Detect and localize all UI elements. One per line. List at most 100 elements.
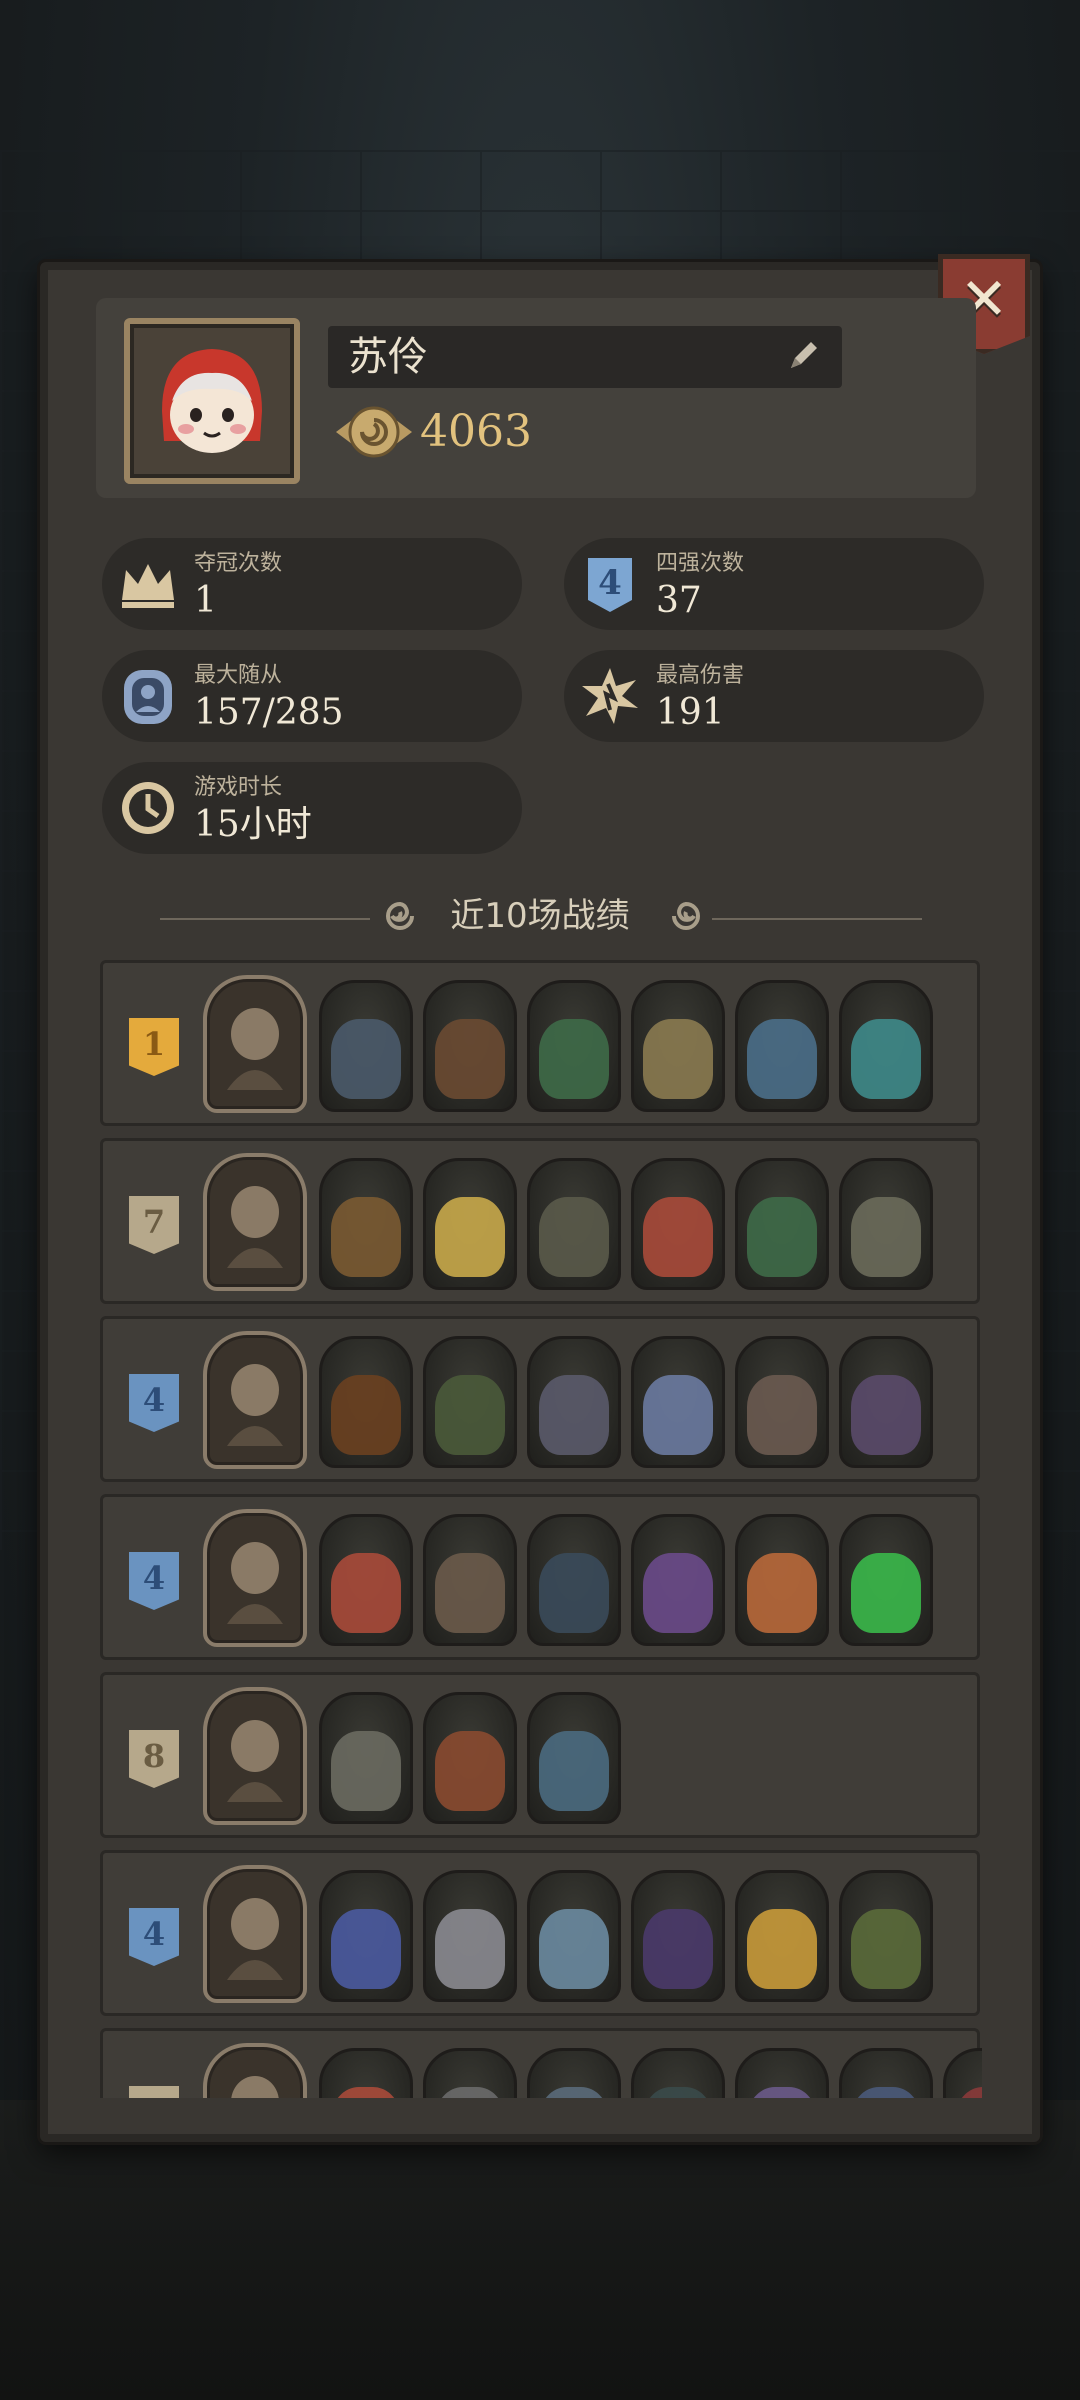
unit-figure-icon xyxy=(539,1375,609,1455)
unit-figure-icon xyxy=(643,1553,713,1633)
clock-icon xyxy=(122,782,174,834)
rank-number: 4 xyxy=(142,1915,166,1953)
unit-figure-icon xyxy=(435,1731,505,1811)
unit-portrait[interactable] xyxy=(319,1870,413,2002)
unit-figure-icon xyxy=(539,1731,609,1811)
damage-burst-icon xyxy=(582,668,638,724)
unit-portrait[interactable] xyxy=(319,2048,413,2098)
unit-portrait[interactable] xyxy=(631,1158,725,1290)
unit-portrait[interactable] xyxy=(319,1336,413,1468)
rank-number: 1 xyxy=(142,1025,166,1063)
section-divider-left xyxy=(160,918,370,920)
stat-label: 最大随从 xyxy=(194,663,283,688)
unit-figure-icon xyxy=(435,1909,505,1989)
unit-figure-icon xyxy=(747,2087,817,2098)
unit-portrait[interactable] xyxy=(735,1336,829,1468)
unit-portrait[interactable] xyxy=(631,2048,725,2098)
unit-portrait[interactable] xyxy=(319,980,413,1112)
rank-number: 4 xyxy=(142,1381,166,1419)
stat-label: 夺冠次数 xyxy=(194,551,283,576)
rank-badge: 7 xyxy=(129,1196,179,1254)
unit-portrait[interactable] xyxy=(839,1158,933,1290)
match-row[interactable]: 8 xyxy=(100,1672,980,1838)
unit-portrait[interactable] xyxy=(527,1870,621,2002)
avatar[interactable] xyxy=(124,318,300,484)
unit-portrait[interactable] xyxy=(423,980,517,1112)
unit-figure-icon xyxy=(643,1019,713,1099)
recent-matches-list[interactable]: 1 7 4 4 8 4 xyxy=(100,960,982,2098)
hero-portrait[interactable] xyxy=(203,1153,307,1291)
unit-figure-icon xyxy=(747,1019,817,1099)
unit-figure-icon xyxy=(747,1375,817,1455)
unit-portrait[interactable] xyxy=(319,1158,413,1290)
section-divider-right xyxy=(712,918,922,920)
coin-count: 4063 xyxy=(420,406,532,457)
unit-figure-icon xyxy=(539,1019,609,1099)
unit-portrait[interactable] xyxy=(527,1692,621,1824)
unit-portrait[interactable] xyxy=(319,1514,413,1646)
hero-portrait-icon xyxy=(227,1720,283,1802)
unit-figure-icon xyxy=(851,1197,921,1277)
hero-portrait[interactable] xyxy=(203,2043,307,2098)
unit-portrait[interactable] xyxy=(527,2048,621,2098)
unit-portrait[interactable] xyxy=(631,1870,725,2002)
unit-portrait[interactable] xyxy=(839,980,933,1112)
rank-badge: 1 xyxy=(129,1018,179,1076)
unit-portrait[interactable] xyxy=(943,2048,982,2098)
unit-figure-icon xyxy=(435,2087,505,2098)
unit-portrait[interactable] xyxy=(735,1158,829,1290)
unit-portrait[interactable] xyxy=(839,1870,933,2002)
unit-figure-icon xyxy=(539,1909,609,1989)
rank-badge xyxy=(129,2086,179,2098)
unit-portrait[interactable] xyxy=(423,1158,517,1290)
minion-card-icon xyxy=(124,670,172,724)
unit-portrait[interactable] xyxy=(839,1336,933,1468)
unit-portrait[interactable] xyxy=(423,1692,517,1824)
unit-portrait[interactable] xyxy=(735,1514,829,1646)
unit-portrait[interactable] xyxy=(319,1692,413,1824)
match-row[interactable]: 4 xyxy=(100,1494,980,1660)
unit-figure-icon xyxy=(435,1375,505,1455)
unit-portrait[interactable] xyxy=(527,1336,621,1468)
unit-portrait[interactable] xyxy=(631,980,725,1112)
unit-portrait[interactable] xyxy=(423,1336,517,1468)
hero-portrait[interactable] xyxy=(203,1865,307,2003)
match-row[interactable] xyxy=(100,2028,982,2098)
unit-portrait[interactable] xyxy=(423,1514,517,1646)
hero-portrait[interactable] xyxy=(203,1687,307,1825)
unit-figure-icon xyxy=(331,1553,401,1633)
unit-portrait[interactable] xyxy=(631,1336,725,1468)
unit-portrait[interactable] xyxy=(735,980,829,1112)
hero-portrait-icon xyxy=(227,1008,283,1090)
match-row[interactable]: 4 xyxy=(100,1316,980,1482)
rank-four-badge-icon: 4 xyxy=(588,558,632,612)
unit-portrait[interactable] xyxy=(527,980,621,1112)
hero-portrait[interactable] xyxy=(203,1509,307,1647)
match-row[interactable]: 4 xyxy=(100,1850,980,2016)
unit-portrait[interactable] xyxy=(527,1158,621,1290)
rank-badge: 4 xyxy=(129,1552,179,1610)
hero-portrait[interactable] xyxy=(203,975,307,1113)
unit-portrait[interactable] xyxy=(839,2048,933,2098)
unit-portrait[interactable] xyxy=(423,1870,517,2002)
unit-portrait[interactable] xyxy=(735,1870,829,2002)
unit-portrait[interactable] xyxy=(735,2048,829,2098)
match-row[interactable]: 1 xyxy=(100,960,980,1126)
unit-figure-icon xyxy=(331,1197,401,1277)
match-row[interactable]: 7 xyxy=(100,1138,980,1304)
hero-portrait-icon xyxy=(227,1542,283,1624)
unit-figure-icon xyxy=(539,1197,609,1277)
edit-name-icon[interactable] xyxy=(785,338,821,374)
unit-figure-icon xyxy=(851,1909,921,1989)
stat-value: 15小时 xyxy=(194,804,312,845)
hero-portrait[interactable] xyxy=(203,1331,307,1469)
stat-label: 最高伤害 xyxy=(656,663,745,688)
unit-portrait[interactable] xyxy=(631,1514,725,1646)
avatar-portrait-icon xyxy=(162,349,262,453)
coin-icon xyxy=(336,406,412,458)
unit-figure-icon xyxy=(331,1019,401,1099)
unit-portrait[interactable] xyxy=(839,1514,933,1646)
unit-portrait[interactable] xyxy=(527,1514,621,1646)
rank-badge: 4 xyxy=(129,1374,179,1432)
unit-portrait[interactable] xyxy=(423,2048,517,2098)
